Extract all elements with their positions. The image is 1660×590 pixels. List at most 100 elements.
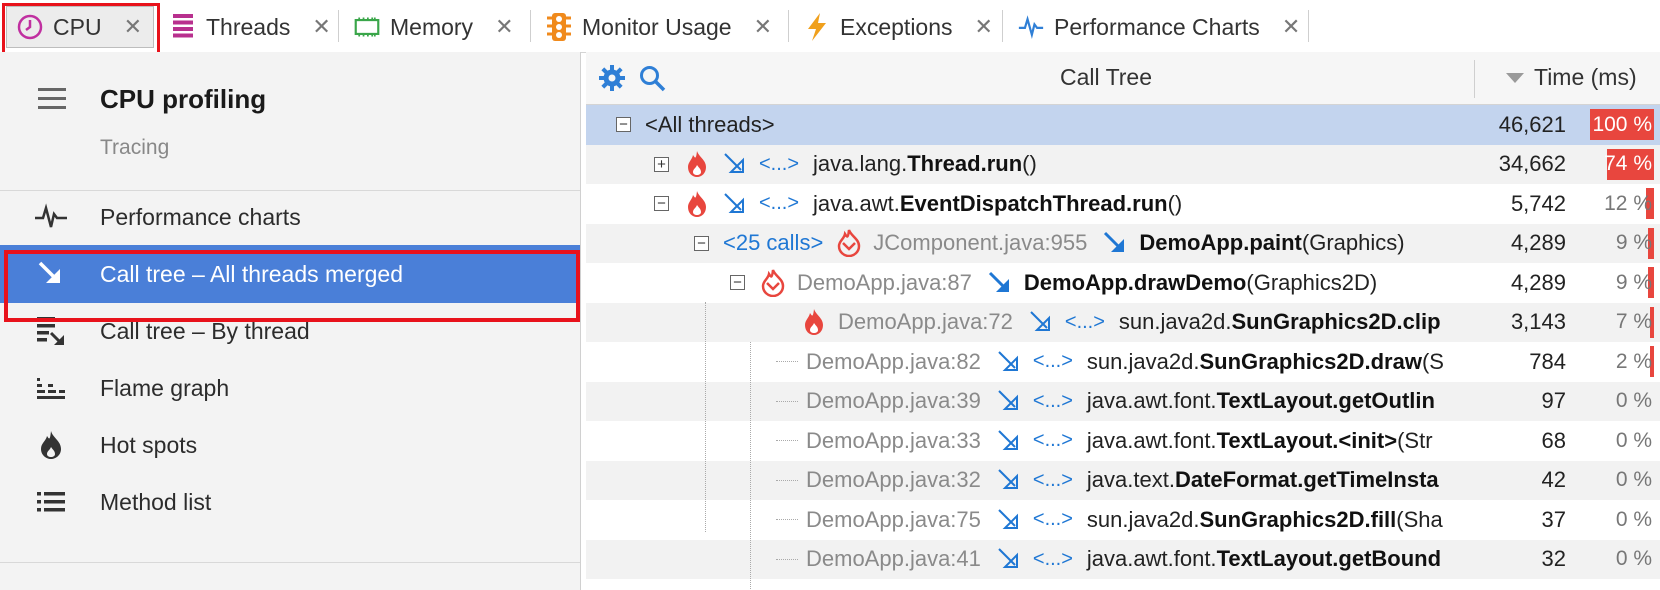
sidebar-item-label: Performance charts xyxy=(100,203,301,230)
hotspot-flame-icon xyxy=(34,428,68,462)
table-row[interactable]: − <All threads> 46,621 100 % xyxy=(586,105,1660,145)
tab-performance-charts[interactable]: Performance Charts ✕ xyxy=(1018,6,1300,48)
close-icon[interactable]: ✕ xyxy=(975,14,993,40)
arrow-down-right-icon xyxy=(721,190,749,218)
sidebar-item-performance-charts[interactable]: Performance charts xyxy=(0,188,580,246)
close-icon[interactable]: ✕ xyxy=(495,14,513,40)
table-row[interactable]: − <...> java.awt. EventDispatchThread .run… xyxy=(586,184,1660,224)
sidebar-subtitle: Tracing xyxy=(100,136,170,159)
package-name: sun.java2d. xyxy=(1118,309,1232,335)
column-divider[interactable] xyxy=(1474,60,1475,98)
close-icon[interactable]: ✕ xyxy=(124,14,142,40)
collapsed-calls-link[interactable]: <...> xyxy=(1033,508,1073,531)
tab-exceptions[interactable]: Exceptions ✕ xyxy=(804,6,993,48)
arrow-down-right-icon xyxy=(995,466,1023,494)
method-args: (Sha xyxy=(1396,506,1443,532)
sidebar-item-method-list[interactable]: Method list xyxy=(0,473,580,531)
class-name: DemoApp xyxy=(1023,269,1128,295)
expand-icon[interactable]: + xyxy=(654,156,669,172)
table-row[interactable]: DemoApp.java:39 <...> java.awt.font. Text… xyxy=(586,381,1660,421)
close-icon[interactable]: ✕ xyxy=(312,14,330,40)
tab-cpu[interactable]: CPU ✕ xyxy=(6,6,154,48)
package-name: java.awt.font. xyxy=(1086,546,1217,572)
tree-guide xyxy=(776,479,798,481)
column-header-call-tree[interactable]: Call Tree xyxy=(826,64,1386,91)
percent-value: 12 % xyxy=(1604,191,1652,215)
tab-divider xyxy=(1308,10,1309,42)
time-value: 4,289 xyxy=(1510,269,1566,295)
hamburger-menu-icon[interactable] xyxy=(38,88,66,115)
sort-descending-icon xyxy=(1506,72,1524,83)
package-name: java.awt.font. xyxy=(1086,388,1217,414)
method-name: .paint xyxy=(1243,230,1302,256)
sidebar-item-call-tree-by-thread[interactable]: Call tree – By thread xyxy=(0,302,580,360)
column-header-time[interactable]: Time (ms) xyxy=(1506,64,1637,91)
search-icon[interactable] xyxy=(638,64,666,97)
sidebar-title: CPU profiling xyxy=(100,84,267,114)
source-location: DemoApp.java:72 xyxy=(838,309,1013,335)
method-name: .<init> xyxy=(1332,427,1398,453)
calls-count-link[interactable]: <25 calls> xyxy=(723,230,823,256)
method-name: .getBound xyxy=(1332,546,1442,572)
table-row[interactable]: − DemoApp.java:87 DemoApp .drawDemo (Graph… xyxy=(586,263,1660,303)
table-row[interactable]: DemoApp.java:72 <...> sun.java2d. SunGrap… xyxy=(586,302,1660,342)
arrow-down-right-icon xyxy=(995,387,1023,415)
package-name: sun.java2d. xyxy=(1086,506,1200,532)
collapse-icon[interactable]: − xyxy=(730,275,745,291)
collapsed-calls-link[interactable]: <...> xyxy=(1033,469,1073,492)
tree-guide xyxy=(776,361,798,363)
time-value: 34,662 xyxy=(1498,151,1566,177)
tab-divider xyxy=(1002,10,1003,42)
arrow-down-right-icon xyxy=(1027,308,1055,336)
table-row[interactable]: DemoApp.java:41 <...> java.awt.font. Text… xyxy=(586,539,1660,579)
arrow-down-right-icon xyxy=(721,150,749,178)
time-value: 32 xyxy=(1541,546,1566,572)
method-args: (S xyxy=(1421,348,1444,374)
method-args: (Str xyxy=(1397,427,1433,453)
arrow-down-right-icon xyxy=(995,545,1023,573)
table-row[interactable]: + <...> java.lang. Thread .run() 34,662 74… xyxy=(586,144,1660,184)
table-row[interactable]: − <25 calls> JComponent.java:955 DemoApp… xyxy=(586,223,1660,263)
close-icon[interactable]: ✕ xyxy=(754,14,772,40)
table-row[interactable]: DemoApp.java:33 <...> java.awt.font. Text… xyxy=(586,421,1660,461)
collapse-icon[interactable]: − xyxy=(654,196,669,212)
sidebar-divider xyxy=(0,562,580,563)
source-location: DemoApp.java:87 xyxy=(797,269,972,295)
class-name: TextLayout xyxy=(1216,427,1333,453)
sidebar-item-call-tree-all-threads[interactable]: Call tree – All threads merged xyxy=(0,245,580,303)
call-tree-thread-icon xyxy=(34,314,68,348)
tab-monitor-usage[interactable]: Monitor Usage ✕ xyxy=(546,6,772,48)
close-icon[interactable]: ✕ xyxy=(1282,14,1300,40)
collapsed-calls-link[interactable]: <...> xyxy=(759,192,799,215)
call-tree-header: Call Tree Time (ms) xyxy=(586,52,1660,105)
time-value: 42 xyxy=(1541,467,1566,493)
collapsed-calls-link[interactable]: <...> xyxy=(1033,390,1073,413)
collapsed-calls-link[interactable]: <...> xyxy=(1033,548,1073,571)
percent-value: 9 % xyxy=(1615,231,1652,255)
time-value: 46,621 xyxy=(1498,111,1566,137)
sidebar-item-label: Flame graph xyxy=(100,374,230,401)
tab-memory[interactable]: Memory ✕ xyxy=(354,6,514,48)
table-row[interactable]: DemoApp.java:82 <...> sun.java2d. SunGrap… xyxy=(586,342,1660,382)
gear-icon[interactable] xyxy=(598,64,626,97)
tab-threads[interactable]: Threads ✕ xyxy=(170,6,331,48)
collapse-icon[interactable]: − xyxy=(616,117,631,133)
collapsed-calls-link[interactable]: <...> xyxy=(1033,350,1073,373)
flame-graph-icon xyxy=(34,371,68,405)
source-location: DemoApp.java:82 xyxy=(806,348,981,374)
tab-bar: CPU ✕ Threads ✕ Memory ✕ Monitor Usage ✕… xyxy=(0,0,1660,53)
time-value: 97 xyxy=(1541,388,1566,414)
table-row[interactable]: DemoApp.java:32 <...> java.text. DateForm… xyxy=(586,460,1660,500)
percent-value: 7 % xyxy=(1615,310,1652,334)
sidebar-item-hot-spots[interactable]: Hot spots xyxy=(0,416,580,474)
sidebar-item-flame-graph[interactable]: Flame graph xyxy=(0,359,580,417)
tab-label: Monitor Usage xyxy=(582,13,732,40)
collapsed-calls-link[interactable]: <...> xyxy=(1065,311,1105,334)
collapsed-calls-link[interactable]: <...> xyxy=(1033,429,1073,452)
tab-label: Threads xyxy=(206,13,291,40)
table-row[interactable]: DemoApp.java:75 <...> sun.java2d. SunGrap… xyxy=(586,500,1660,540)
collapsed-calls-link[interactable]: <...> xyxy=(759,153,799,176)
tab-divider xyxy=(338,10,339,42)
arrow-down-right-icon xyxy=(1101,229,1129,257)
collapse-icon[interactable]: − xyxy=(694,235,709,251)
